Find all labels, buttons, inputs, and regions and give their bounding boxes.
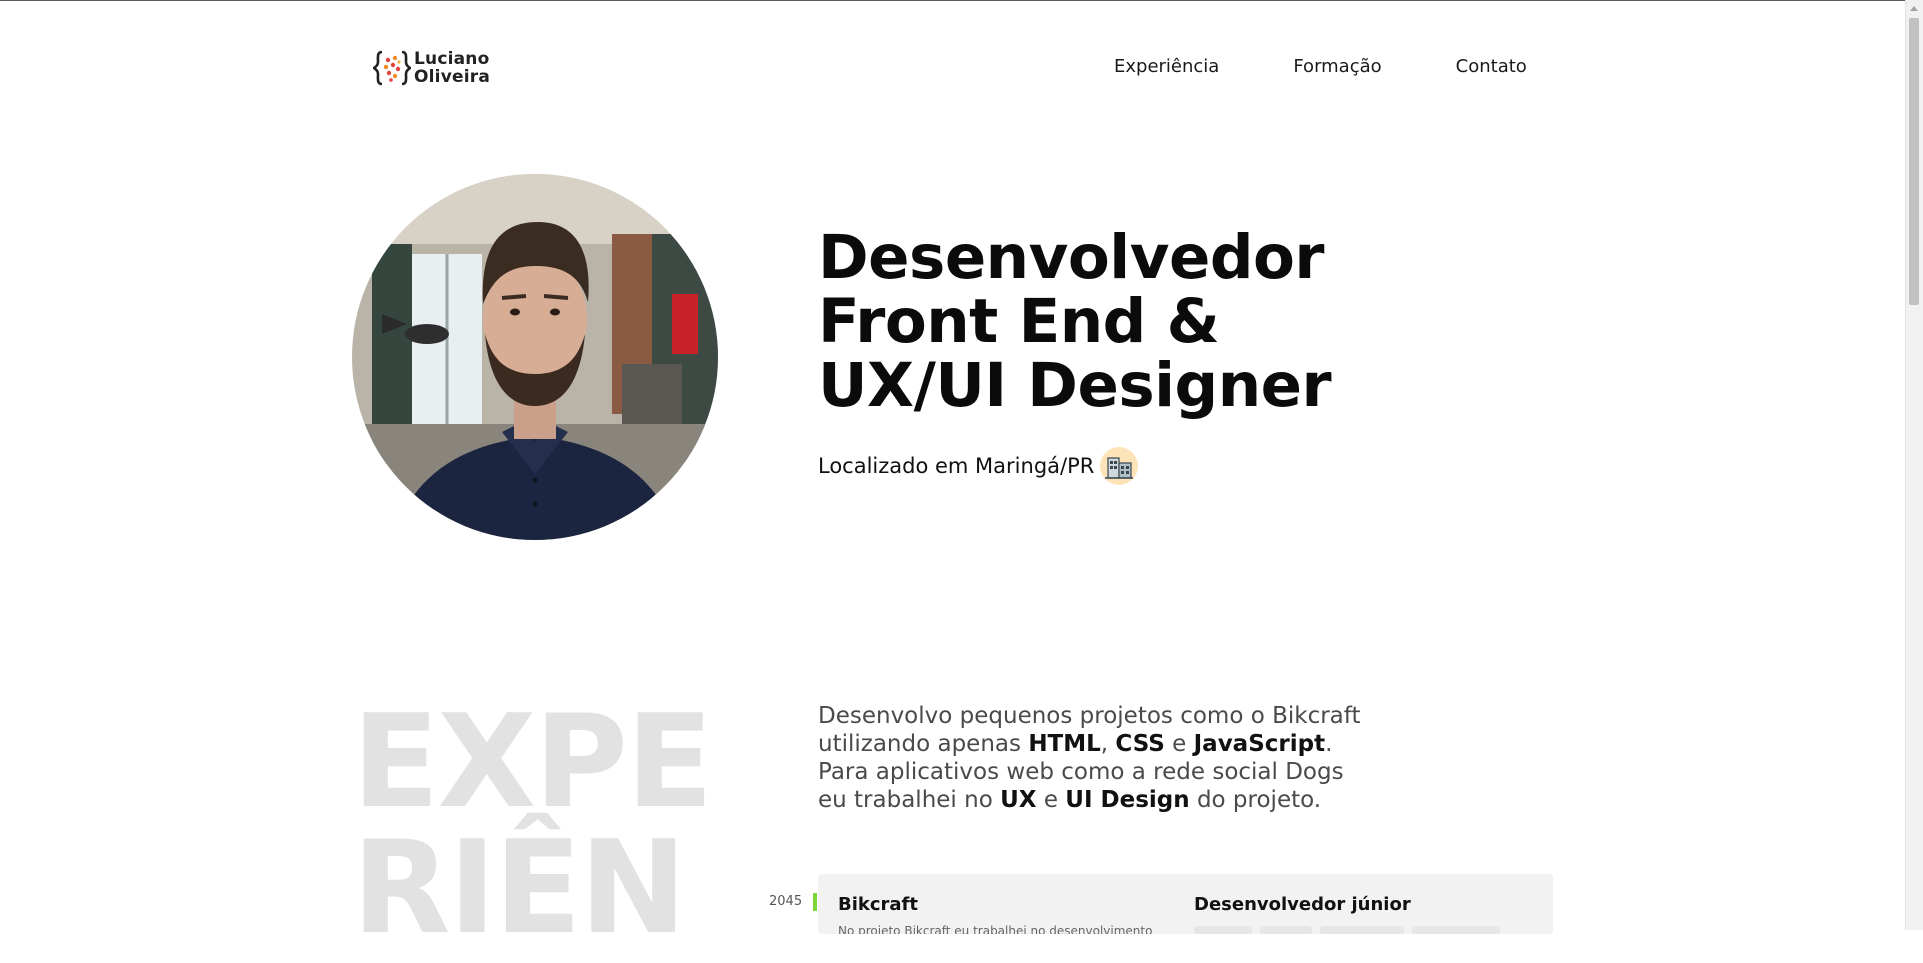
hero-title-line-1: Desenvolvedor <box>818 222 1324 293</box>
intro-text-2: , <box>1100 731 1116 757</box>
experience-company: Bikcraft <box>838 894 918 915</box>
city-building-icon <box>1100 447 1139 485</box>
experience-year: 2045 <box>769 894 803 909</box>
hero-title: Desenvolvedor Front End & UX/UI Designer <box>818 222 1332 421</box>
experience-tag <box>1260 926 1312 934</box>
experience-label-line-2: RIÊN <box>352 814 687 963</box>
timeline-marker <box>813 893 817 911</box>
experience-tag <box>1194 926 1252 934</box>
intro-text-3: e <box>1164 731 1194 757</box>
intro-text-6: do projeto. <box>1189 787 1322 813</box>
hero-title-line-2: Front End & <box>818 286 1220 357</box>
nav-link-contato[interactable]: Contato <box>1456 56 1527 77</box>
experience-label-line-1: EXPE <box>352 688 713 837</box>
intro-skill-ux: UX <box>1000 787 1037 813</box>
hero-title-line-3: UX/UI Designer <box>818 350 1332 421</box>
nav-link-formacao[interactable]: Formação <box>1293 56 1381 77</box>
window-top-border <box>0 0 1923 1</box>
logo-first-name: Luciano <box>414 49 490 69</box>
page-scrollbar[interactable] <box>1905 0 1923 930</box>
intro-tech-javascript: JavaScript <box>1193 731 1326 757</box>
experience-role: Desenvolvedor júnior <box>1194 894 1411 915</box>
logo[interactable]: Luciano Oliveira <box>373 48 490 88</box>
logo-text: Luciano Oliveira <box>414 50 490 86</box>
experience-tag <box>1412 926 1500 934</box>
main-nav: Experiência Formação Contato <box>1114 56 1527 77</box>
intro-tech-html: HTML <box>1028 731 1101 757</box>
intro-text-5: e <box>1036 787 1066 813</box>
intro-tech-css: CSS <box>1115 731 1165 757</box>
scrollbar-thumb[interactable] <box>1909 18 1919 305</box>
location: Localizado em Maringá/PR <box>818 446 1139 486</box>
location-text: Localizado em Maringá/PR <box>818 454 1095 478</box>
experience-description: No projeto Bikcraft eu trabalhei no dese… <box>838 924 1153 934</box>
experience-section-label: EXPE RIÊN <box>352 688 713 963</box>
scroll-up-arrow-icon[interactable] <box>1910 6 1918 11</box>
experience-intro: Desenvolvo pequenos projetos como o Bikc… <box>818 702 1378 814</box>
intro-skill-ui-design: UI Design <box>1065 787 1190 813</box>
experience-tag <box>1320 926 1404 934</box>
profile-photo <box>352 174 718 540</box>
logo-last-name: Oliveira <box>414 67 490 87</box>
nav-link-experiencia[interactable]: Experiência <box>1114 56 1219 77</box>
logo-brackets-icon <box>373 50 411 86</box>
profile-portrait-illustration <box>352 174 718 540</box>
experience-card: Bikcraft Desenvolvedor júnior No projeto… <box>818 874 1553 934</box>
